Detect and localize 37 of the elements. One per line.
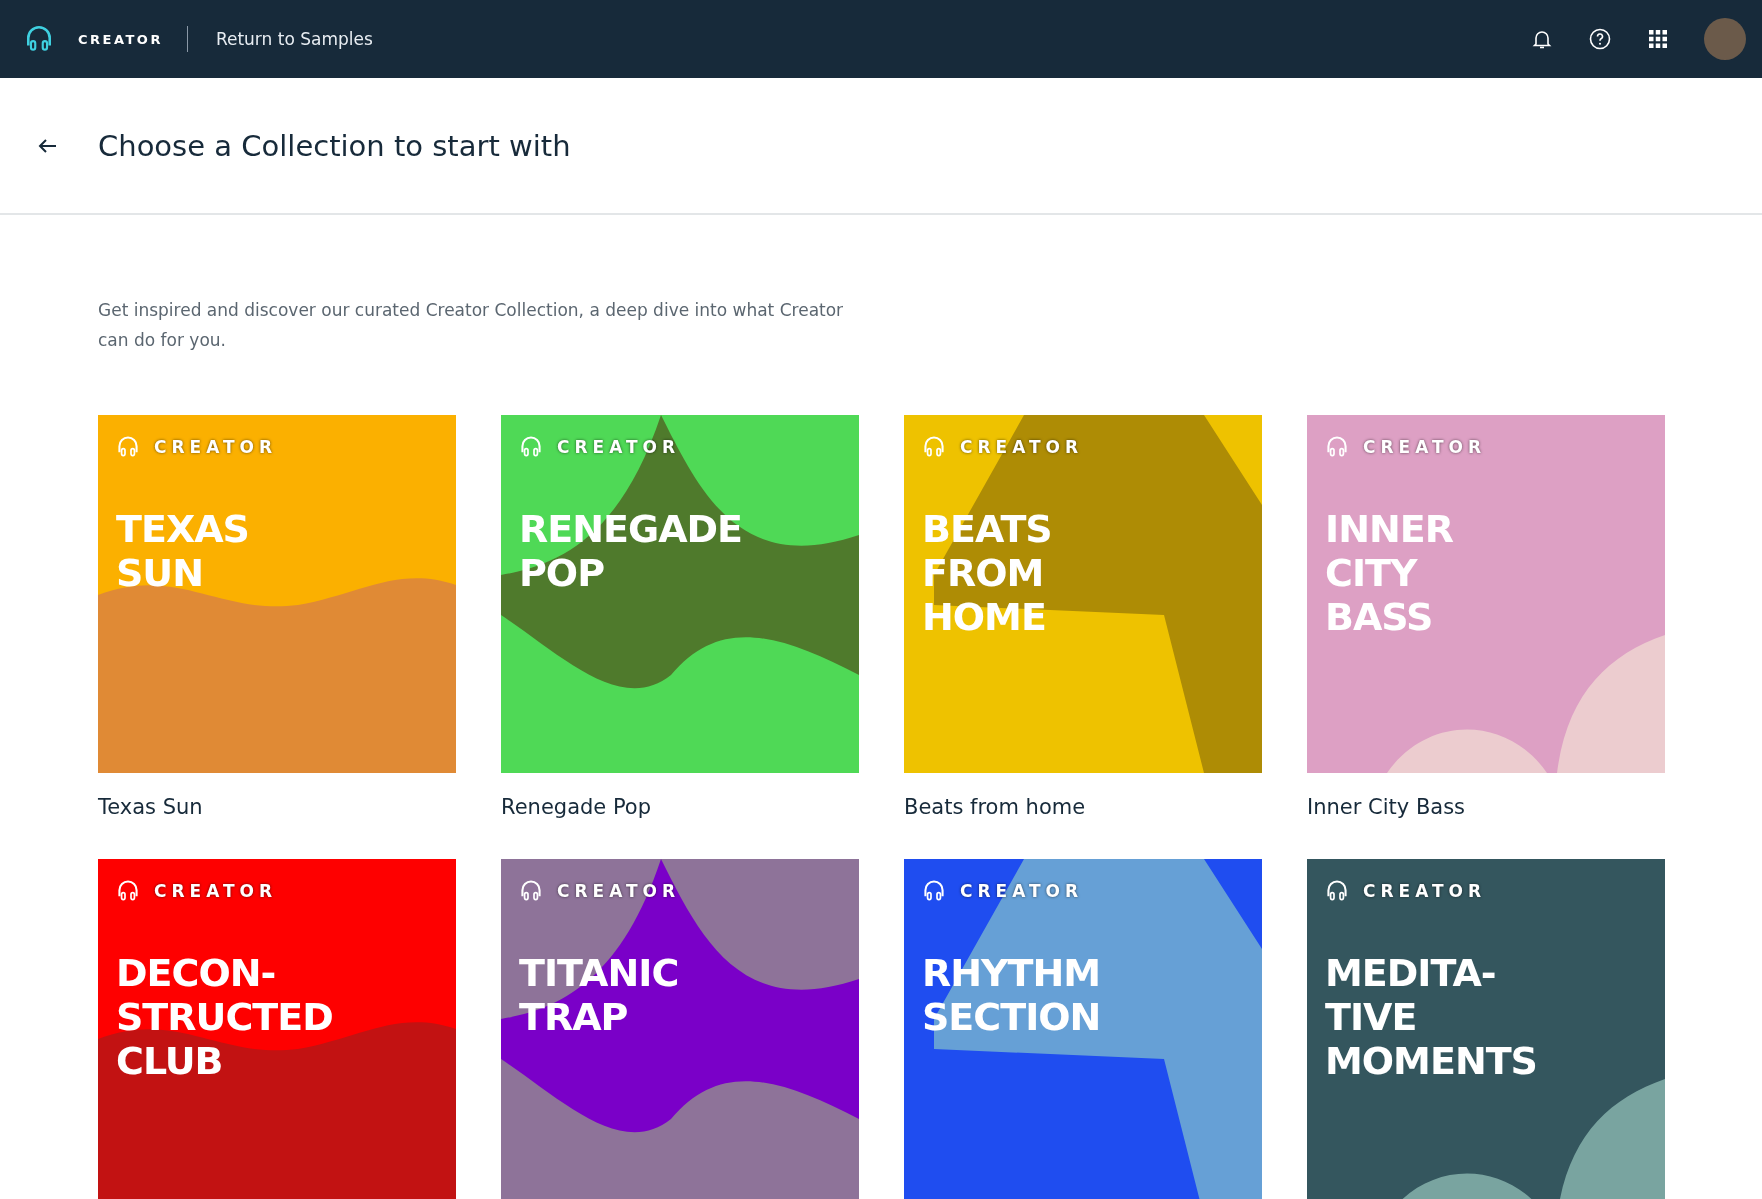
collection-name[interactable]: Texas Sun: [98, 795, 456, 819]
headphones-icon: [922, 435, 946, 459]
page-description: Get inspired and discover our curated Creator Collection, a deep dive into what Creator can do for you.: [98, 299, 845, 352]
collection-cover[interactable]: CREATOR RENEGADE POP: [501, 415, 859, 773]
headphones-icon: [1325, 435, 1349, 459]
help-icon[interactable]: [1588, 27, 1612, 51]
collection-name[interactable]: Beats from home: [904, 795, 1262, 819]
cover-title: DECON- STRUCTED CLUB: [115, 950, 334, 1083]
collection-name[interactable]: Inner City Bass: [1307, 795, 1665, 819]
headphones-icon: [116, 879, 140, 903]
headphones-icon: [519, 435, 543, 459]
cover-title: RHYTHM SECTION: [921, 950, 1102, 1039]
return-link[interactable]: Return to Samples: [215, 29, 373, 49]
cover-brand: CREATOR: [960, 881, 1084, 901]
headphones-icon: [922, 879, 946, 903]
cover-brand: CREATOR: [154, 437, 278, 457]
headphones-icon: [519, 879, 543, 903]
cover-brand: CREATOR: [1363, 881, 1487, 901]
collection-name[interactable]: Renegade Pop: [501, 795, 859, 819]
cover-brand: CREATOR: [154, 881, 278, 901]
collection-cover[interactable]: CREATOR MEDITA- TIVE MOMENTS: [1307, 859, 1665, 1199]
headphones-icon: [1325, 879, 1349, 903]
cover-title: INNER CITY BASS: [1324, 506, 1454, 639]
cover-title: MEDITA- TIVE MOMENTS: [1324, 950, 1538, 1083]
brand-name: CREATOR: [78, 31, 163, 47]
collection-cover[interactable]: CREATOR DECON- STRUCTED CLUB: [98, 859, 456, 1199]
cover-title: TITANIC TRAP: [518, 950, 680, 1039]
cover-title: BEATS FROM HOME: [921, 506, 1053, 639]
cover-title: RENEGADE POP: [518, 506, 744, 595]
cover-title: TEXAS SUN: [115, 506, 250, 595]
cover-brand: CREATOR: [1363, 437, 1487, 457]
apps-grid-icon[interactable]: [1646, 27, 1670, 51]
page-title: Choose a Collection to start with: [98, 128, 571, 163]
headphones-logo-icon[interactable]: [24, 24, 54, 54]
cover-brand: CREATOR: [557, 437, 681, 457]
cover-brand: CREATOR: [960, 437, 1084, 457]
headphones-icon: [116, 435, 140, 459]
